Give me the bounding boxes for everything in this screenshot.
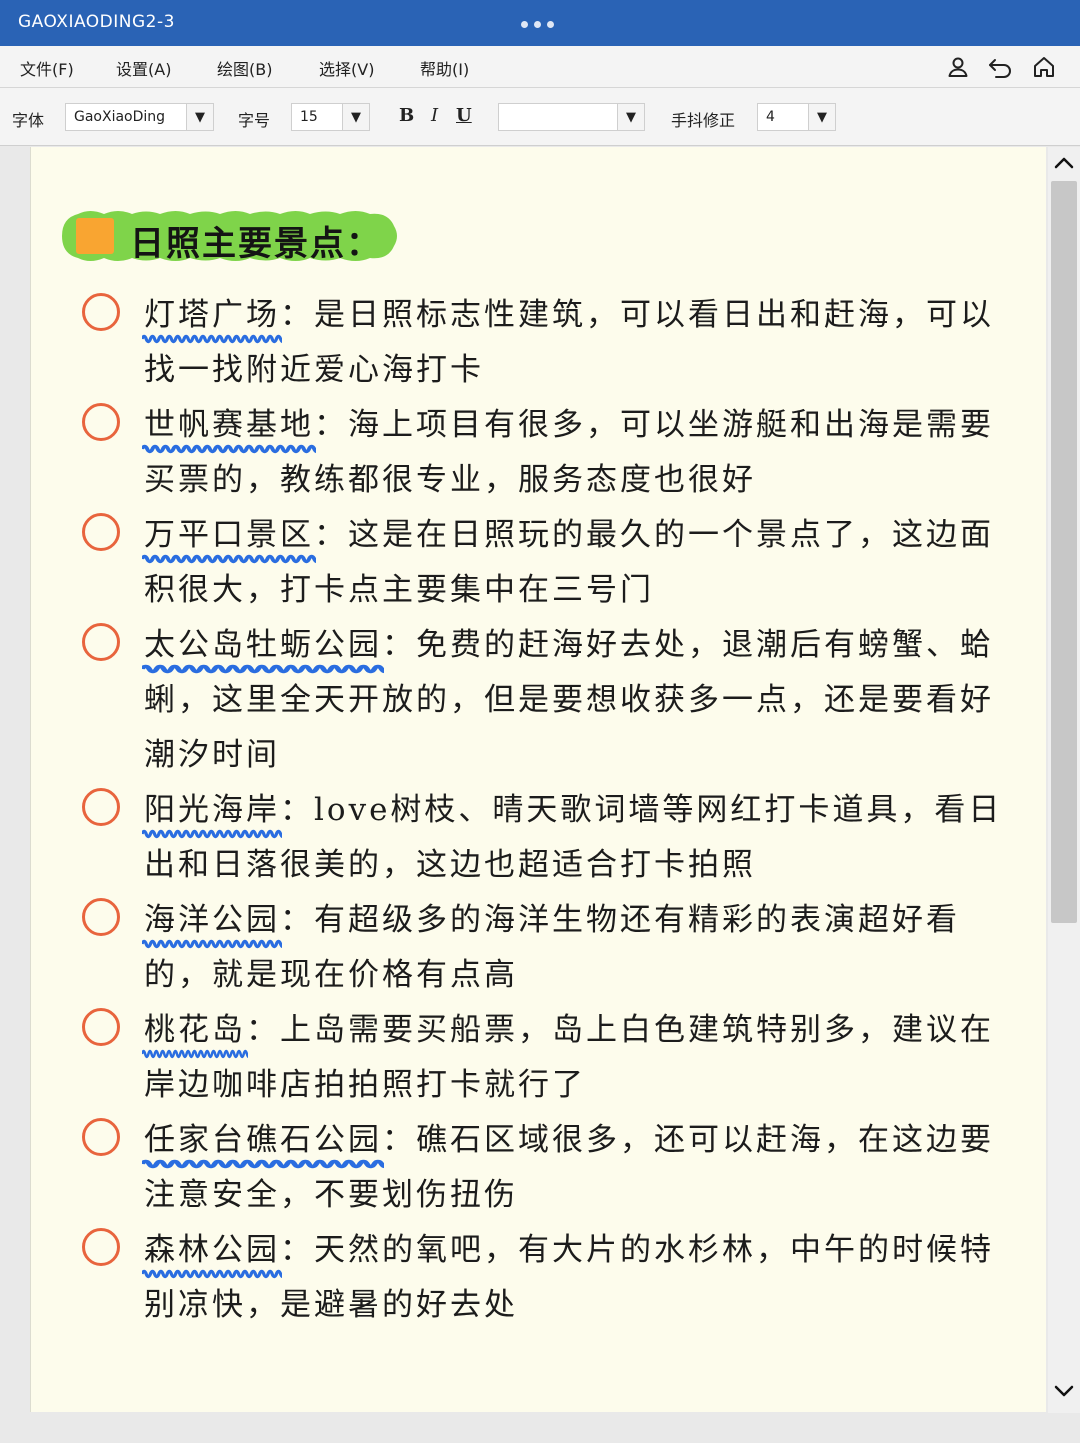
menu-bar: 文件(F) 设置(A) 绘图(B) 选择(V) 帮助(I) [0,46,1080,88]
jitter-label: 手抖修正 [671,111,736,130]
circle-checkbox-icon[interactable] [82,1118,120,1156]
entry-text: 森林公园 ：天然的氧吧，有大片的水杉林，中午的时候特别凉快，是避暑的好去处 [142,1223,1020,1333]
wavy-underline [142,829,282,839]
circle-checkbox-icon[interactable] [82,1008,120,1046]
title-bar: GAOXIAODING2-3 [0,0,1080,46]
jitter-select[interactable]: 4 [757,103,809,131]
window-title: GAOXIAODING2-3 [18,12,175,32]
wavy-underline [142,939,282,949]
entry-text: 任家台礁石公园 ：礁石区域很多，还可以赶海，在这边要注意安全，不要划伤扭伤 [142,1113,1020,1223]
place-name: 海洋公园 [142,893,282,949]
menu-draw[interactable]: 绘图(B) [217,56,272,80]
underline-button[interactable]: U [456,105,472,126]
chevron-down-icon[interactable] [1052,1378,1076,1402]
circle-checkbox-icon[interactable] [82,293,120,331]
wavy-underline [142,1269,282,1279]
document-heading: 日照主要景点： [130,224,382,264]
font-label: 字体 [12,111,45,130]
place-name: 任家台礁石公园 [142,1113,384,1169]
list-item[interactable]: 太公岛牡蛎公园 ：免费的赶海好去处，退潮后有螃蟹、蛤蜊，这里全天开放的，但是要想收… [80,618,1020,783]
jitter-dropdown-icon[interactable]: ▼ [808,103,836,131]
circle-checkbox-icon[interactable] [82,788,120,826]
place-name: 太公岛牡蛎公园 [142,618,384,674]
entry-text: 世帆赛基地 ：海上项目有很多，可以坐游艇和出海是需要买票的，教练都很专业，服务态度… [142,398,1020,508]
place-name: 世帆赛基地 [142,398,316,454]
bold-button[interactable]: B [399,105,414,126]
menu-help[interactable]: 帮助(I) [420,56,469,80]
list-item[interactable]: 万平口景区 ：这是在日照玩的最久的一个景点了，这边面积很大，打卡点主要集中在三号门 [80,508,1020,618]
user-icon[interactable] [946,55,970,79]
scrollbar-thumb[interactable] [1051,181,1077,923]
format-toolbar: 字体 GaoXiaoDing ▼ 字号 15 ▼ B I U ▼ 手抖修正 4 … [0,88,1080,146]
heading-highlight: 日照主要景点： [60,208,400,264]
list-item[interactable]: 桃花岛 ：上岛需要买船票，岛上白色建筑特别多，建议在岸边咖啡店拍拍照打卡就行了 [80,1003,1020,1113]
home-icon[interactable] [1032,55,1056,79]
wavy-underline [142,1049,248,1059]
entry-text: 阳光海岸 ：love树枝、晴天歌词墙等网红打卡道具，看日出和日落很美的，这边也超适… [142,783,1020,893]
circle-checkbox-icon[interactable] [82,623,120,661]
entry-text: 桃花岛 ：上岛需要买船票，岛上白色建筑特别多，建议在岸边咖啡店拍拍照打卡就行了 [142,1003,1020,1113]
size-dropdown-icon[interactable]: ▼ [342,103,370,131]
wavy-underline [142,554,316,564]
list-item[interactable]: 世帆赛基地 ：海上项目有很多，可以坐游艇和出海是需要买票的，教练都很专业，服务态度… [80,398,1020,508]
list-item[interactable]: 任家台礁石公园 ：礁石区域很多，还可以赶海，在这边要注意安全，不要划伤扭伤 [80,1113,1020,1223]
circle-checkbox-icon[interactable] [82,898,120,936]
menu-select[interactable]: 选择(V) [319,56,374,80]
place-name: 阳光海岸 [142,783,282,839]
window-options-icon[interactable] [521,21,554,28]
italic-button[interactable]: I [431,105,438,126]
wavy-underline [142,444,316,454]
color-dropdown-icon[interactable]: ▼ [617,103,645,131]
entry-text: 太公岛牡蛎公园 ：免费的赶海好去处，退潮后有螃蟹、蛤蜊，这里全天开放的，但是要想收… [142,618,1020,783]
circle-checkbox-icon[interactable] [82,513,120,551]
wavy-underline [142,664,384,674]
place-name: 灯塔广场 [142,288,282,344]
list-item[interactable]: 阳光海岸 ：love树枝、晴天歌词墙等网红打卡道具，看日出和日落很美的，这边也超适… [80,783,1020,893]
chevron-up-icon[interactable] [1052,152,1076,176]
entry-text: 灯塔广场 ：是日照标志性建筑，可以看日出和赶海，可以找一找附近爱心海打卡 [142,288,1020,398]
wavy-underline [142,334,282,344]
list-item[interactable]: 灯塔广场 ：是日照标志性建筑，可以看日出和赶海，可以找一找附近爱心海打卡 [80,288,1020,398]
menu-settings[interactable]: 设置(A) [116,56,171,80]
place-description: ：上岛需要买船票，岛上白色建筑特别多，建议在岸边咖啡店拍拍照打卡就行了 [144,1012,994,1103]
menu-file[interactable]: 文件(F) [20,56,74,80]
place-name: 万平口景区 [142,508,316,564]
entry-text: 万平口景区 ：这是在日照玩的最久的一个景点了，这边面积很大，打卡点主要集中在三号门 [142,508,1020,618]
list-item[interactable]: 森林公园 ：天然的氧吧，有大片的水杉林，中午的时候特别凉快，是避暑的好去处 [80,1223,1020,1333]
wavy-underline [142,1159,384,1169]
circle-checkbox-icon[interactable] [82,403,120,441]
color-select[interactable] [498,103,618,131]
size-label: 字号 [238,111,271,130]
font-dropdown-icon[interactable]: ▼ [186,103,214,131]
entry-text: 海洋公园 ：有超级多的海洋生物还有精彩的表演超好看的，就是现在价格有点高 [142,893,1020,1003]
attraction-list: 灯塔广场 ：是日照标志性建筑，可以看日出和赶海，可以找一找附近爱心海打卡 世帆赛基地… [80,288,1020,1333]
undo-icon[interactable] [988,55,1014,79]
menu-icon-group [946,55,1056,79]
list-item[interactable]: 海洋公园 ：有超级多的海洋生物还有精彩的表演超好看的，就是现在价格有点高 [80,893,1020,1003]
orange-square-icon [76,218,114,254]
font-select[interactable]: GaoXiaoDing [65,103,187,131]
place-name: 桃花岛 [142,1003,248,1059]
size-select[interactable]: 15 [291,103,343,131]
place-name: 森林公园 [142,1223,282,1279]
circle-checkbox-icon[interactable] [82,1228,120,1266]
